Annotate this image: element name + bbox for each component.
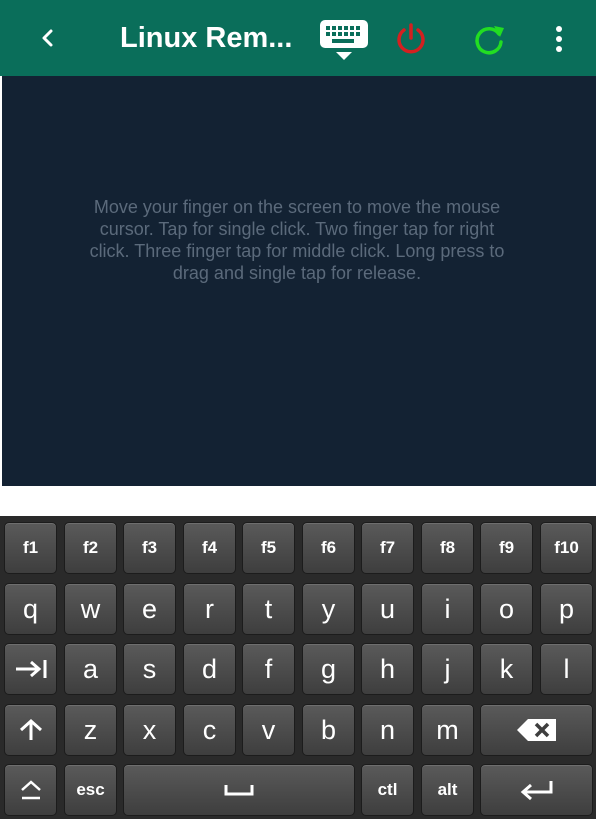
keyboard-hide-icon	[320, 20, 368, 60]
touchpad-hint: Move your finger on the screen to move t…	[89, 197, 505, 283]
key-n[interactable]: n	[361, 704, 414, 756]
power-button[interactable]	[392, 20, 430, 58]
key-j[interactable]: j	[421, 643, 474, 695]
key-f2[interactable]: f2	[64, 522, 117, 574]
key-b[interactable]: b	[302, 704, 355, 756]
key-enter[interactable]	[480, 764, 593, 816]
refresh-button[interactable]	[470, 20, 508, 58]
backspace-icon	[516, 719, 556, 741]
touchpad-area[interactable]: Move your finger on the screen to move t…	[2, 76, 596, 486]
shift-icon	[19, 718, 42, 740]
key-h[interactable]: h	[361, 643, 414, 695]
space-icon	[224, 785, 254, 796]
power-icon	[397, 23, 425, 54]
key-w[interactable]: w	[64, 583, 117, 635]
key-f4[interactable]: f4	[183, 522, 236, 574]
key-f1[interactable]: f1	[4, 522, 57, 574]
remote-keyboard: f1 f2 f3 f4 f5 f6 f7 f8 f9 f10 q w e r t…	[0, 516, 596, 819]
key-p[interactable]: p	[540, 583, 593, 635]
key-x[interactable]: x	[123, 704, 176, 756]
key-esc[interactable]: esc	[64, 764, 117, 816]
caps-lock-icon	[20, 780, 41, 800]
divider	[0, 486, 596, 516]
key-z[interactable]: z	[64, 704, 117, 756]
key-alt[interactable]: alt	[421, 764, 474, 816]
key-caps-lock[interactable]	[4, 764, 57, 816]
key-r[interactable]: r	[183, 583, 236, 635]
key-i[interactable]: i	[421, 583, 474, 635]
keyboard-toggle-button[interactable]	[318, 18, 370, 62]
key-f6[interactable]: f6	[302, 522, 355, 574]
key-e[interactable]: e	[123, 583, 176, 635]
key-f[interactable]: f	[242, 643, 295, 695]
key-space[interactable]	[123, 764, 355, 816]
key-o[interactable]: o	[480, 583, 533, 635]
enter-icon	[520, 781, 552, 801]
key-f5[interactable]: f5	[242, 522, 295, 574]
back-button[interactable]	[30, 20, 66, 56]
key-k[interactable]: k	[480, 643, 533, 695]
overflow-menu-button[interactable]	[545, 20, 573, 58]
key-s[interactable]: s	[123, 643, 176, 695]
key-g[interactable]: g	[302, 643, 355, 695]
key-d[interactable]: d	[183, 643, 236, 695]
key-a[interactable]: a	[64, 643, 117, 695]
key-v[interactable]: v	[242, 704, 295, 756]
app-toolbar: Linux Rem...	[0, 0, 596, 76]
key-q[interactable]: q	[4, 583, 57, 635]
key-f7[interactable]: f7	[361, 522, 414, 574]
key-t[interactable]: t	[242, 583, 295, 635]
key-y[interactable]: y	[302, 583, 355, 635]
key-tab[interactable]	[4, 643, 57, 695]
page-title: Linux Rem...	[120, 22, 293, 54]
key-c[interactable]: c	[183, 704, 236, 756]
key-shift[interactable]	[4, 704, 57, 756]
chevron-left-icon	[42, 29, 53, 47]
key-backspace[interactable]	[480, 704, 593, 756]
key-f9[interactable]: f9	[480, 522, 533, 574]
key-ctrl[interactable]: ctl	[361, 764, 414, 816]
key-f8[interactable]: f8	[421, 522, 474, 574]
tab-icon	[15, 660, 46, 678]
key-u[interactable]: u	[361, 583, 414, 635]
key-f3[interactable]: f3	[123, 522, 176, 574]
key-l[interactable]: l	[540, 643, 593, 695]
refresh-icon	[475, 26, 504, 55]
key-f10[interactable]: f10	[540, 522, 593, 574]
overflow-menu-icon	[556, 26, 562, 32]
key-m[interactable]: m	[421, 704, 474, 756]
